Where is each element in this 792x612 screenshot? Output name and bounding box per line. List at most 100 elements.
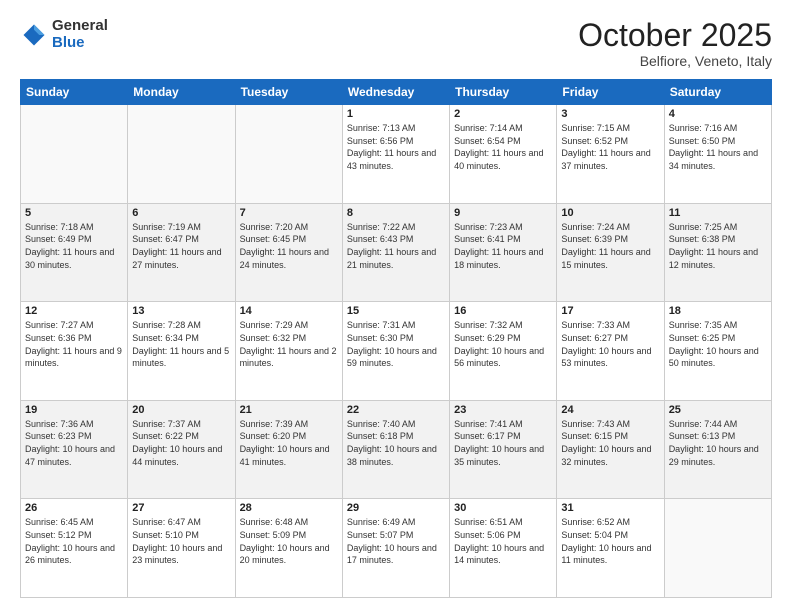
day-info: Sunrise: 7:39 AMSunset: 6:20 PMDaylight:…: [240, 418, 338, 468]
table-row: 10 Sunrise: 7:24 AMSunset: 6:39 PMDayligh…: [557, 203, 664, 302]
table-row: [21, 105, 128, 204]
day-number: 24: [561, 404, 659, 416]
day-number: 2: [454, 108, 552, 120]
day-number: 3: [561, 108, 659, 120]
day-number: 19: [25, 404, 123, 416]
day-info: Sunrise: 7:41 AMSunset: 6:17 PMDaylight:…: [454, 418, 552, 468]
col-thursday: Thursday: [450, 80, 557, 105]
day-number: 12: [25, 305, 123, 317]
day-number: 23: [454, 404, 552, 416]
day-number: 1: [347, 108, 445, 120]
table-row: 18Sunrise: 7:35 AMSunset: 6:25 PMDayligh…: [664, 302, 771, 401]
day-info: Sunrise: 6:49 AMSunset: 5:07 PMDaylight:…: [347, 516, 445, 566]
day-info: Sunrise: 7:40 AMSunset: 6:18 PMDaylight:…: [347, 418, 445, 468]
table-row: [664, 499, 771, 598]
calendar-week-row: 5 Sunrise: 7:18 AMSunset: 6:49 PMDaylight…: [21, 203, 772, 302]
day-number: 7: [240, 207, 338, 219]
day-info: Sunrise: 7:19 AMSunset: 6:47 PMDaylight:…: [132, 221, 230, 271]
table-row: 25 Sunrise: 7:44 AMSunset: 6:13 PMDayligh…: [664, 400, 771, 499]
col-saturday: Saturday: [664, 80, 771, 105]
day-number: 26: [25, 502, 123, 514]
day-info: Sunrise: 7:27 AMSunset: 6:36 PMDaylight:…: [25, 319, 123, 369]
table-row: 27 Sunrise: 6:47 AMSunset: 5:10 PMDayligh…: [128, 499, 235, 598]
calendar-week-row: 19Sunrise: 7:36 AMSunset: 6:23 PMDayligh…: [21, 400, 772, 499]
table-row: 30 Sunrise: 6:51 AMSunset: 5:06 PMDayligh…: [450, 499, 557, 598]
table-row: 31 Sunrise: 6:52 AMSunset: 5:04 PMDayligh…: [557, 499, 664, 598]
day-number: 5: [25, 207, 123, 219]
day-number: 13: [132, 305, 230, 317]
day-info: Sunrise: 6:51 AMSunset: 5:06 PMDaylight:…: [454, 516, 552, 566]
day-number: 6: [132, 207, 230, 219]
logo: General Blue: [20, 18, 108, 51]
day-number: 8: [347, 207, 445, 219]
calendar-table: Sunday Monday Tuesday Wednesday Thursday…: [20, 79, 772, 598]
table-row: 17Sunrise: 7:33 AMSunset: 6:27 PMDayligh…: [557, 302, 664, 401]
day-info: Sunrise: 6:52 AMSunset: 5:04 PMDaylight:…: [561, 516, 659, 566]
table-row: 3Sunrise: 7:15 AMSunset: 6:52 PMDaylight…: [557, 105, 664, 204]
day-number: 30: [454, 502, 552, 514]
logo-text: General Blue: [52, 18, 108, 51]
table-row: 12 Sunrise: 7:27 AMSunset: 6:36 PMDayligh…: [21, 302, 128, 401]
calendar-week-row: 12 Sunrise: 7:27 AMSunset: 6:36 PMDayligh…: [21, 302, 772, 401]
col-friday: Friday: [557, 80, 664, 105]
table-row: 7Sunrise: 7:20 AMSunset: 6:45 PMDaylight…: [235, 203, 342, 302]
day-number: 9: [454, 207, 552, 219]
day-number: 14: [240, 305, 338, 317]
table-row: 13 Sunrise: 7:28 AMSunset: 6:34 PMDayligh…: [128, 302, 235, 401]
table-row: 29 Sunrise: 6:49 AMSunset: 5:07 PMDayligh…: [342, 499, 449, 598]
day-info: Sunrise: 7:28 AMSunset: 6:34 PMDaylight:…: [132, 319, 230, 369]
day-info: Sunrise: 7:25 AMSunset: 6:38 PMDaylight:…: [669, 221, 767, 271]
col-tuesday: Tuesday: [235, 80, 342, 105]
day-info: Sunrise: 7:22 AMSunset: 6:43 PMDaylight:…: [347, 221, 445, 271]
day-info: Sunrise: 7:24 AMSunset: 6:39 PMDaylight:…: [561, 221, 659, 271]
table-row: 19Sunrise: 7:36 AMSunset: 6:23 PMDayligh…: [21, 400, 128, 499]
table-row: [235, 105, 342, 204]
logo-blue: Blue: [52, 35, 108, 52]
day-info: Sunrise: 7:35 AMSunset: 6:25 PMDaylight:…: [669, 319, 767, 369]
title-area: October 2025 Belfiore, Veneto, Italy: [578, 18, 772, 69]
table-row: 4Sunrise: 7:16 AMSunset: 6:50 PMDaylight…: [664, 105, 771, 204]
col-monday: Monday: [128, 80, 235, 105]
table-row: 20Sunrise: 7:37 AMSunset: 6:22 PMDayligh…: [128, 400, 235, 499]
col-wednesday: Wednesday: [342, 80, 449, 105]
day-info: Sunrise: 7:14 AMSunset: 6:54 PMDaylight:…: [454, 122, 552, 172]
location-subtitle: Belfiore, Veneto, Italy: [578, 53, 772, 69]
table-row: 11 Sunrise: 7:25 AMSunset: 6:38 PMDayligh…: [664, 203, 771, 302]
table-row: 5 Sunrise: 7:18 AMSunset: 6:49 PMDaylight…: [21, 203, 128, 302]
day-number: 22: [347, 404, 445, 416]
calendar-header-row: Sunday Monday Tuesday Wednesday Thursday…: [21, 80, 772, 105]
table-row: 22 Sunrise: 7:40 AMSunset: 6:18 PMDayligh…: [342, 400, 449, 499]
page: General Blue October 2025 Belfiore, Vene…: [0, 0, 792, 612]
table-row: 8 Sunrise: 7:22 AMSunset: 6:43 PMDaylight…: [342, 203, 449, 302]
table-row: [128, 105, 235, 204]
header: General Blue October 2025 Belfiore, Vene…: [20, 18, 772, 69]
table-row: 24Sunrise: 7:43 AMSunset: 6:15 PMDayligh…: [557, 400, 664, 499]
col-sunday: Sunday: [21, 80, 128, 105]
table-row: 28 Sunrise: 6:48 AMSunset: 5:09 PMDayligh…: [235, 499, 342, 598]
table-row: 6 Sunrise: 7:19 AMSunset: 6:47 PMDaylight…: [128, 203, 235, 302]
day-number: 27: [132, 502, 230, 514]
calendar-week-row: 26Sunrise: 6:45 AMSunset: 5:12 PMDayligh…: [21, 499, 772, 598]
day-number: 28: [240, 502, 338, 514]
day-number: 11: [669, 207, 767, 219]
logo-general: General: [52, 18, 108, 35]
day-info: Sunrise: 6:48 AMSunset: 5:09 PMDaylight:…: [240, 516, 338, 566]
table-row: 23 Sunrise: 7:41 AMSunset: 6:17 PMDayligh…: [450, 400, 557, 499]
table-row: 1Sunrise: 7:13 AMSunset: 6:56 PMDaylight…: [342, 105, 449, 204]
day-number: 15: [347, 305, 445, 317]
day-number: 4: [669, 108, 767, 120]
day-number: 31: [561, 502, 659, 514]
day-info: Sunrise: 7:32 AMSunset: 6:29 PMDaylight:…: [454, 319, 552, 369]
day-info: Sunrise: 7:18 AMSunset: 6:49 PMDaylight:…: [25, 221, 123, 271]
day-number: 10: [561, 207, 659, 219]
day-info: Sunrise: 6:47 AMSunset: 5:10 PMDaylight:…: [132, 516, 230, 566]
table-row: 9 Sunrise: 7:23 AMSunset: 6:41 PMDaylight…: [450, 203, 557, 302]
day-info: Sunrise: 7:29 AMSunset: 6:32 PMDaylight:…: [240, 319, 338, 369]
day-number: 25: [669, 404, 767, 416]
table-row: 15Sunrise: 7:31 AMSunset: 6:30 PMDayligh…: [342, 302, 449, 401]
day-info: Sunrise: 7:23 AMSunset: 6:41 PMDaylight:…: [454, 221, 552, 271]
day-info: Sunrise: 7:37 AMSunset: 6:22 PMDaylight:…: [132, 418, 230, 468]
day-info: Sunrise: 7:44 AMSunset: 6:13 PMDaylight:…: [669, 418, 767, 468]
day-number: 29: [347, 502, 445, 514]
day-number: 21: [240, 404, 338, 416]
